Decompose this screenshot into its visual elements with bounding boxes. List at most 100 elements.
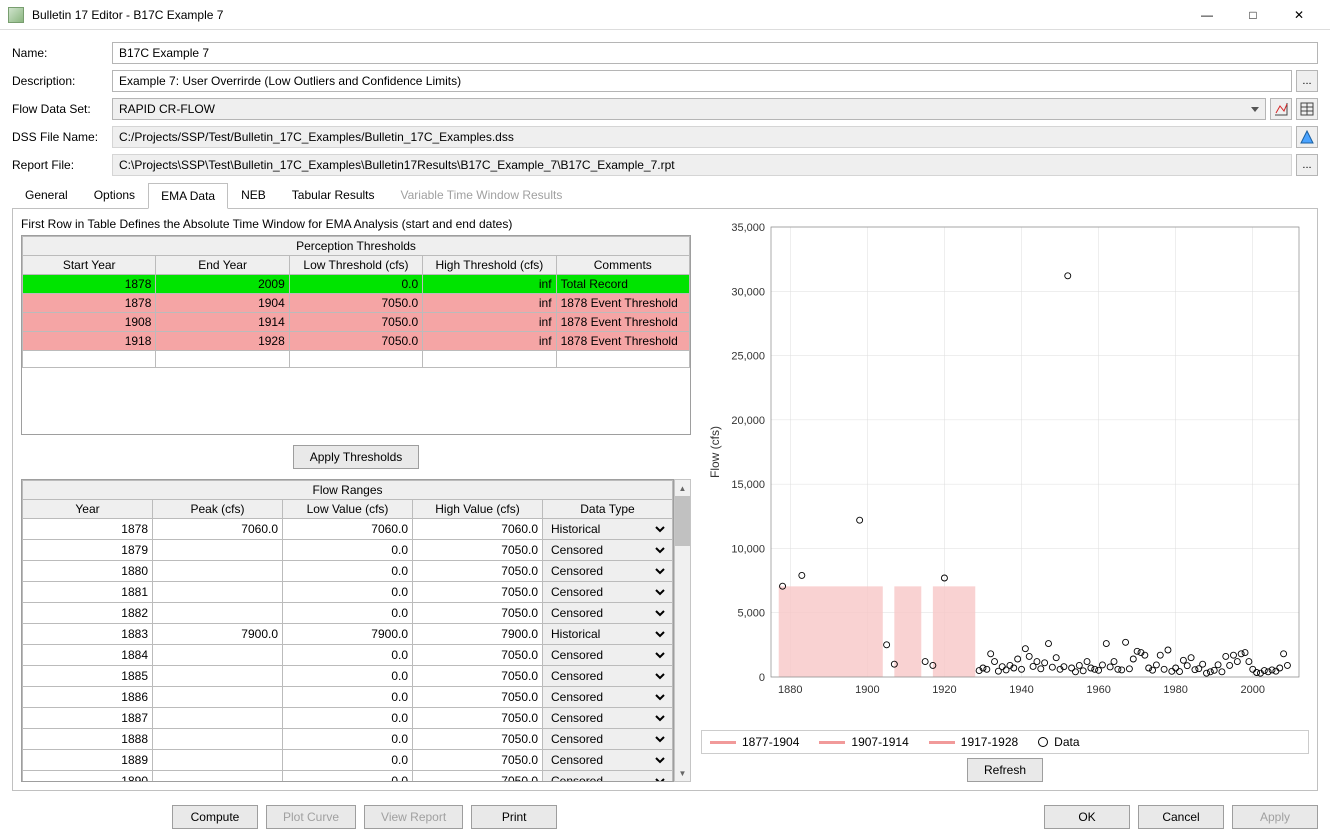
dss-file-field: C:/Projects/SSP/Test/Bulletin_17C_Exampl… bbox=[112, 126, 1292, 148]
perception-header: End Year bbox=[156, 256, 289, 275]
perception-header: Low Threshold (cfs) bbox=[289, 256, 422, 275]
compute-button[interactable]: Compute bbox=[172, 805, 258, 829]
data-type-select[interactable]: Censored bbox=[547, 752, 668, 768]
description-browse-button[interactable]: ... bbox=[1296, 70, 1318, 92]
flow-ranges-table[interactable]: YearPeak (cfs)Low Value (cfs)High Value … bbox=[22, 499, 673, 782]
scroll-thumb[interactable] bbox=[675, 496, 690, 546]
svg-text:15,000: 15,000 bbox=[731, 479, 765, 491]
print-button[interactable]: Print bbox=[471, 805, 557, 829]
tab-ema-data[interactable]: EMA Data bbox=[148, 183, 228, 209]
name-input[interactable] bbox=[112, 42, 1318, 64]
table-row[interactable]: 18837900.07900.07900.0Historical bbox=[23, 624, 673, 645]
legend-1907-1914: 1907-1914 bbox=[851, 735, 908, 749]
table-row[interactable]: 18810.07050.0Censored bbox=[23, 582, 673, 603]
apply-button: Apply bbox=[1232, 805, 1318, 829]
instruction-text: First Row in Table Defines the Absolute … bbox=[21, 217, 691, 231]
table-icon[interactable] bbox=[1296, 98, 1318, 120]
tab-variable-time-window: Variable Time Window Results bbox=[388, 182, 576, 208]
flow-scrollbar[interactable]: ▲ ▼ bbox=[674, 479, 691, 782]
minimize-button[interactable]: — bbox=[1184, 4, 1230, 26]
window-title: Bulletin 17 Editor - B17C Example 7 bbox=[32, 8, 1184, 22]
refresh-button[interactable]: Refresh bbox=[967, 758, 1043, 782]
table-row[interactable]: 18880.07050.0Censored bbox=[23, 729, 673, 750]
perception-header: Start Year bbox=[23, 256, 156, 275]
data-type-select[interactable]: Censored bbox=[547, 689, 668, 705]
data-type-select[interactable]: Historical bbox=[547, 521, 668, 537]
maximize-button[interactable]: □ bbox=[1230, 4, 1276, 26]
data-type-select[interactable]: Censored bbox=[547, 563, 668, 579]
flow-dataset-label: Flow Data Set: bbox=[12, 102, 112, 116]
table-row[interactable]: 18790.07050.0Censored bbox=[23, 540, 673, 561]
svg-text:1920: 1920 bbox=[932, 684, 956, 696]
svg-text:1980: 1980 bbox=[1163, 684, 1187, 696]
table-row[interactable]: 18870.07050.0Censored bbox=[23, 708, 673, 729]
data-type-select[interactable]: Censored bbox=[547, 773, 668, 782]
tab-general[interactable]: General bbox=[12, 182, 81, 208]
table-row[interactable]: 187820090.0infTotal Record bbox=[23, 275, 690, 294]
ok-button[interactable]: OK bbox=[1044, 805, 1130, 829]
perception-table[interactable]: Start YearEnd YearLow Threshold (cfs)Hig… bbox=[22, 255, 690, 368]
data-type-select[interactable]: Censored bbox=[547, 668, 668, 684]
svg-text:25,000: 25,000 bbox=[731, 351, 765, 363]
table-row[interactable]: 18787060.07060.07060.0Historical bbox=[23, 519, 673, 540]
svg-text:5,000: 5,000 bbox=[737, 608, 765, 620]
close-button[interactable]: ✕ bbox=[1276, 4, 1322, 26]
scroll-up-icon[interactable]: ▲ bbox=[675, 480, 690, 496]
flow-dataset-value: RAPID CR-FLOW bbox=[119, 102, 1247, 116]
dss-file-label: DSS File Name: bbox=[12, 130, 112, 144]
svg-text:1960: 1960 bbox=[1086, 684, 1110, 696]
plot-curve-button: Plot Curve bbox=[266, 805, 356, 829]
table-row[interactable]: 18850.07050.0Censored bbox=[23, 666, 673, 687]
table-row[interactable]: 18890.07050.0Censored bbox=[23, 750, 673, 771]
perception-header: High Threshold (cfs) bbox=[423, 256, 556, 275]
data-type-select[interactable]: Censored bbox=[547, 542, 668, 558]
data-type-select[interactable]: Historical bbox=[547, 626, 668, 642]
perception-title: Perception Thresholds bbox=[22, 236, 690, 255]
tab-bar: General Options EMA Data NEB Tabular Res… bbox=[12, 182, 1318, 209]
description-input[interactable] bbox=[112, 70, 1292, 92]
tab-neb[interactable]: NEB bbox=[228, 182, 279, 208]
table-row[interactable] bbox=[23, 351, 690, 368]
svg-text:35,000: 35,000 bbox=[731, 222, 765, 234]
scroll-down-icon[interactable]: ▼ bbox=[675, 765, 690, 781]
table-row[interactable]: 18820.07050.0Censored bbox=[23, 603, 673, 624]
table-row[interactable]: 18860.07050.0Censored bbox=[23, 687, 673, 708]
flow-header: Data Type bbox=[543, 500, 673, 519]
data-type-select[interactable]: Censored bbox=[547, 731, 668, 747]
flow-header: Year bbox=[23, 500, 153, 519]
svg-text:30,000: 30,000 bbox=[731, 286, 765, 298]
cancel-button[interactable]: Cancel bbox=[1138, 805, 1224, 829]
data-type-select[interactable]: Censored bbox=[547, 710, 668, 726]
table-row[interactable]: 18800.07050.0Censored bbox=[23, 561, 673, 582]
flow-header: Low Value (cfs) bbox=[283, 500, 413, 519]
flow-header: High Value (cfs) bbox=[413, 500, 543, 519]
svg-text:0: 0 bbox=[759, 672, 765, 684]
report-file-label: Report File: bbox=[12, 158, 112, 172]
table-row[interactable]: 187819047050.0inf1878 Event Threshold bbox=[23, 294, 690, 313]
plot-icon[interactable] bbox=[1270, 98, 1292, 120]
table-row[interactable]: 190819147050.0inf1878 Event Threshold bbox=[23, 313, 690, 332]
svg-text:20,000: 20,000 bbox=[731, 415, 765, 427]
table-row[interactable]: 18840.07050.0Censored bbox=[23, 645, 673, 666]
legend-1877-1904: 1877-1904 bbox=[742, 735, 799, 749]
flow-ranges-title: Flow Ranges bbox=[22, 480, 673, 499]
view-report-button: View Report bbox=[364, 805, 463, 829]
legend-1917-1928: 1917-1928 bbox=[961, 735, 1018, 749]
table-row[interactable]: 191819287050.0inf1878 Event Threshold bbox=[23, 332, 690, 351]
app-icon bbox=[8, 7, 24, 23]
legend-data: Data bbox=[1054, 735, 1079, 749]
table-row[interactable]: 18900.07050.0Censored bbox=[23, 771, 673, 783]
title-bar: Bulletin 17 Editor - B17C Example 7 — □ … bbox=[0, 0, 1330, 30]
data-type-select[interactable]: Censored bbox=[547, 605, 668, 621]
svg-text:1940: 1940 bbox=[1009, 684, 1033, 696]
prism-icon[interactable] bbox=[1296, 126, 1318, 148]
svg-text:1880: 1880 bbox=[778, 684, 802, 696]
tab-options[interactable]: Options bbox=[81, 182, 148, 208]
apply-thresholds-button[interactable]: Apply Thresholds bbox=[293, 445, 420, 469]
chevron-down-icon bbox=[1251, 107, 1259, 112]
report-browse-button[interactable]: ... bbox=[1296, 154, 1318, 176]
flow-dataset-combo[interactable]: RAPID CR-FLOW bbox=[112, 98, 1266, 120]
data-type-select[interactable]: Censored bbox=[547, 647, 668, 663]
tab-tabular-results[interactable]: Tabular Results bbox=[279, 182, 388, 208]
data-type-select[interactable]: Censored bbox=[547, 584, 668, 600]
